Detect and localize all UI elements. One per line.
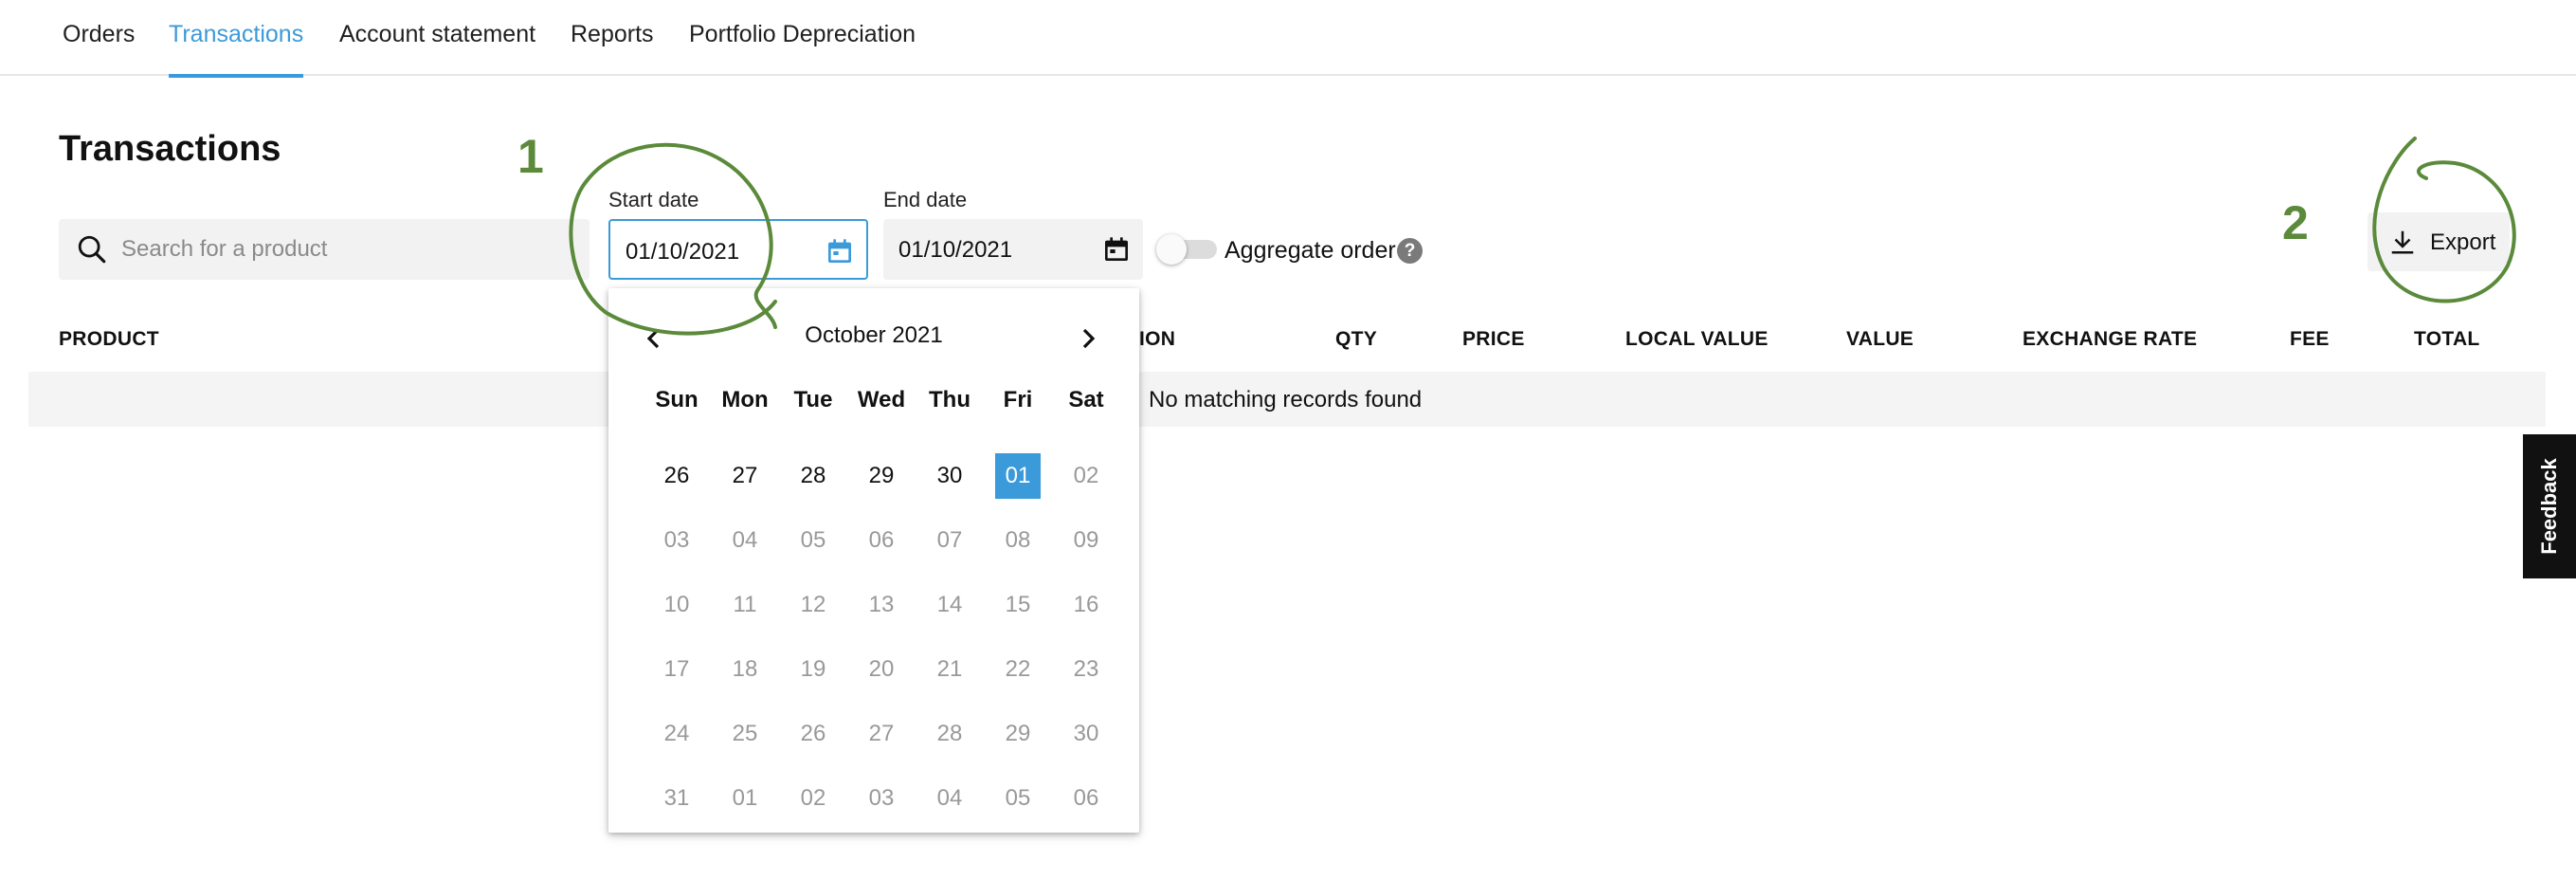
calendar-day[interactable]: 03	[654, 518, 699, 563]
tab-orders[interactable]: Orders	[63, 21, 135, 76]
calendar-day[interactable]: 30	[927, 453, 972, 499]
calendar-day[interactable]: 17	[654, 647, 699, 692]
calendar-day[interactable]: 04	[927, 776, 972, 821]
calendar-day[interactable]: 18	[722, 647, 768, 692]
calendar-day[interactable]: 28	[927, 711, 972, 757]
col-exchange-rate: EXCHANGE RATE	[2023, 328, 2198, 350]
feedback-label: Feedback	[2537, 458, 2561, 555]
col-price: PRICE	[1462, 328, 1525, 350]
search-box[interactable]	[59, 219, 590, 280]
calendar-day[interactable]: 29	[995, 711, 1041, 757]
col-product: PRODUCT	[59, 328, 159, 350]
calendar-day[interactable]: 29	[859, 453, 904, 499]
export-button[interactable]: Export	[2367, 212, 2510, 271]
calendar-day[interactable]: 05	[995, 776, 1041, 821]
feedback-tab[interactable]: Feedback	[2523, 434, 2576, 578]
weekday-header: Sun	[655, 387, 698, 412]
weekday-header: Thu	[929, 387, 971, 412]
weekday-header: Wed	[857, 387, 906, 412]
calendar-day[interactable]: 02	[790, 776, 836, 821]
annotation-number-1: 1	[517, 130, 544, 183]
chevron-right-icon[interactable]	[1077, 324, 1099, 353]
calendar-day[interactable]: 24	[654, 711, 699, 757]
calendar-day[interactable]: 03	[859, 776, 904, 821]
calendar-day[interactable]: 07	[927, 518, 972, 563]
calendar-day[interactable]: 26	[790, 711, 836, 757]
calendar-day[interactable]: 13	[859, 582, 904, 628]
calendar-day[interactable]: 01	[995, 453, 1041, 499]
calendar-day[interactable]: 27	[859, 711, 904, 757]
calendar-icon[interactable]	[825, 236, 855, 266]
calendar-day[interactable]: 08	[995, 518, 1041, 563]
calendar-day[interactable]: 30	[1063, 711, 1109, 757]
col-qty: QTY	[1335, 328, 1378, 350]
start-date-value: 01/10/2021	[626, 239, 740, 265]
calendar-day[interactable]: 22	[995, 647, 1041, 692]
calendar-day[interactable]: 05	[790, 518, 836, 563]
tab-account-statement[interactable]: Account statement	[339, 21, 535, 76]
search-input[interactable]	[121, 219, 576, 280]
calendar-day[interactable]: 23	[1063, 647, 1109, 692]
end-date-field[interactable]: 01/10/2021	[883, 219, 1143, 280]
calendar-day[interactable]: 02	[1063, 453, 1109, 499]
col-ion: ION	[1139, 328, 1176, 350]
calendar-day[interactable]: 15	[995, 582, 1041, 628]
date-picker-popup: October 2021 Sun Mon Tue Wed Thu Fri Sat 26 27 2…	[608, 288, 1139, 833]
aggregate-order-label: Aggregate order	[1225, 237, 1396, 264]
weekday-header: Tue	[793, 387, 833, 412]
page-title: Transactions	[59, 129, 281, 169]
calendar-day[interactable]: 10	[654, 582, 699, 628]
help-icon[interactable]: ?	[1397, 238, 1423, 264]
annotation-overlay	[569, 137, 2516, 336]
aggregate-order-toggle[interactable]	[1156, 234, 1219, 265]
calendar-day[interactable]: 14	[927, 582, 972, 628]
calendar-day[interactable]: 16	[1063, 582, 1109, 628]
calendar-day[interactable]: 28	[790, 453, 836, 499]
calendar-day[interactable]: 01	[722, 776, 768, 821]
calendar-day[interactable]: 04	[722, 518, 768, 563]
annotation-number-2: 2	[2282, 196, 2309, 249]
end-date-value: 01/10/2021	[898, 237, 1013, 263]
start-date-label: Start date	[608, 188, 699, 211]
calendar-day[interactable]: 12	[790, 582, 836, 628]
export-label: Export	[2430, 229, 2496, 255]
end-date-label: End date	[883, 188, 968, 211]
calendar-day[interactable]: 25	[722, 711, 768, 757]
col-fee: FEE	[2290, 328, 2330, 350]
tab-transactions[interactable]: Transactions	[169, 21, 304, 78]
calendar-month-label: October 2021	[805, 322, 943, 348]
empty-message: No matching records found	[1149, 387, 1423, 412]
col-total: TOTAL	[2414, 328, 2480, 350]
weekday-header: Fri	[1003, 387, 1033, 412]
calendar-day[interactable]: 06	[859, 518, 904, 563]
calendar-day[interactable]: 21	[927, 647, 972, 692]
weekday-header: Mon	[721, 387, 769, 412]
tab-portfolio-depreciation[interactable]: Portfolio Depreciation	[689, 21, 916, 76]
calendar-day[interactable]: 09	[1063, 518, 1109, 563]
download-icon	[2391, 230, 2414, 254]
calendar-day[interactable]: 06	[1063, 776, 1109, 821]
top-nav: Orders Transactions Account statement Re…	[0, 0, 2576, 78]
calendar-day[interactable]: 31	[654, 776, 699, 821]
calendar-day[interactable]: 27	[722, 453, 768, 499]
search-icon	[78, 235, 106, 264]
col-local-value: LOCAL VALUE	[1625, 328, 1769, 350]
start-date-field[interactable]: 01/10/2021	[608, 219, 868, 280]
tab-reports[interactable]: Reports	[571, 21, 654, 76]
calendar-day[interactable]: 20	[859, 647, 904, 692]
calendar-day[interactable]: 19	[790, 647, 836, 692]
calendar-icon[interactable]	[1101, 234, 1132, 265]
weekday-header: Sat	[1068, 387, 1104, 412]
calendar-day[interactable]: 11	[722, 582, 768, 628]
col-value: VALUE	[1846, 328, 1914, 350]
calendar-day[interactable]: 26	[654, 453, 699, 499]
toggle-knob	[1156, 234, 1187, 265]
